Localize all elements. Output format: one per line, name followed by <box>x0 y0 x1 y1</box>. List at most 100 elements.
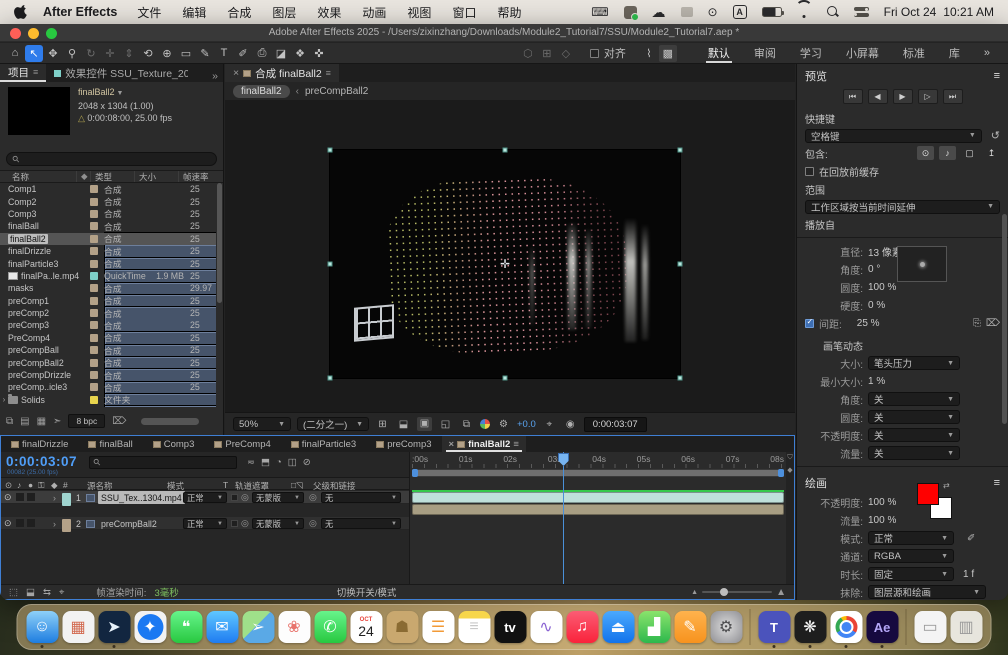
choose-grid-guides-icon[interactable]: ⊞ <box>375 419 390 430</box>
right-panel-scrollbar[interactable] <box>1002 214 1007 424</box>
selection-handle[interactable] <box>678 262 683 267</box>
trim-icon[interactable]: ⌖ <box>59 587 64 598</box>
matte-pickwhip-icon[interactable]: ◎ <box>241 517 249 530</box>
project-item-row[interactable]: finalParticle3 合成 25 <box>0 257 216 269</box>
tool-button[interactable]: ↻ <box>82 45 100 62</box>
dock-app-icon[interactable]: ☗ <box>386 611 418 643</box>
tool-button[interactable]: ⊕ <box>158 45 176 62</box>
spotlight-search-icon[interactable] <box>827 4 839 20</box>
brush-preview[interactable] <box>897 246 947 282</box>
timeline-tab[interactable]: finalDrizzle <box>1 436 78 452</box>
project-item-row[interactable]: preComp..icle3 合成 25 <box>0 381 216 393</box>
menubar-app-name[interactable]: After Effects <box>43 5 117 19</box>
spacing-checkbox[interactable] <box>805 319 814 328</box>
reset-icon[interactable]: ↺ <box>991 129 1000 142</box>
layer-expander[interactable]: › <box>53 517 56 530</box>
duplicate-brush-icon[interactable]: ⎘ <box>973 318 981 329</box>
next-frame-button[interactable]: ▷ <box>918 89 938 104</box>
layer-t-cell[interactable] <box>231 494 238 501</box>
project-item-row[interactable]: preCompBall2 合成 25 <box>0 356 216 368</box>
timeline-column-headers[interactable]: ⊙ ♪ ● ⚿ ◆ # 源名称 模式 T 轨道遮罩 □◹ 父级和链接 <box>1 477 409 490</box>
breadcrumb-parent[interactable]: preCompBall2 <box>305 86 368 97</box>
workspace-tab[interactable]: 审阅 <box>742 43 788 64</box>
tool-button[interactable]: ▭ <box>177 45 195 62</box>
dock-app-icon[interactable]: ➤ <box>98 611 130 643</box>
range-select[interactable]: 工作区域按当前时间延伸▼ <box>805 200 1000 214</box>
battery-icon[interactable] <box>762 4 782 20</box>
dock-app-icon[interactable]: ➢ <box>242 611 274 643</box>
layer-duration-bar[interactable] <box>412 504 784 515</box>
local-axis-mode-icon[interactable]: ⬡ <box>519 45 537 62</box>
control-center-icon[interactable] <box>854 4 869 20</box>
tool-button[interactable]: ✐ <box>234 45 252 62</box>
world-axis-mode-icon[interactable]: ⊞ <box>538 45 556 62</box>
selection-handle[interactable] <box>328 262 333 267</box>
align-checkbox[interactable] <box>590 49 599 58</box>
delete-brush-icon[interactable]: ⌦ <box>986 318 1000 329</box>
project-hscrollbar[interactable] <box>141 418 199 425</box>
tool-button[interactable]: ✎ <box>196 45 214 62</box>
dock-app-icon[interactable]: OCT24 <box>350 611 382 643</box>
dock-item[interactable]: ⚙ <box>710 611 743 643</box>
dock-item[interactable]: ☺ <box>26 611 59 643</box>
dock-item[interactable]: ∿ <box>530 611 563 643</box>
tab-composition[interactable]: × 合成 finalBall2 ≡ <box>225 64 339 82</box>
dock-app-icon[interactable]: ✉ <box>206 611 238 643</box>
project-item-row[interactable]: preCompBall 合成 25 <box>0 344 216 356</box>
dock-item[interactable]: Ae <box>866 611 899 643</box>
eyedropper-icon[interactable]: ✐ <box>967 533 975 544</box>
work-area-start-handle[interactable] <box>412 469 418 477</box>
toggle-switches-hint[interactable]: 切换开关/模式 <box>337 585 397 599</box>
paint-channel-select[interactable]: RGBA▼ <box>868 549 954 563</box>
work-area-end-handle[interactable] <box>778 469 784 477</box>
dock-item[interactable]: T <box>758 611 791 643</box>
dock-app-icon[interactable]: ▭ <box>914 611 946 643</box>
dock-item[interactable]: ⏏ <box>602 611 635 643</box>
timeline-tab[interactable]: finalBall <box>78 436 142 452</box>
output-icon[interactable]: ↥ <box>983 146 1000 160</box>
project-item-row[interactable]: preComp2 合成 25 <box>0 307 216 319</box>
dock-app-icon[interactable]: ❋ <box>794 611 826 643</box>
play-button[interactable]: ▶ <box>893 89 913 104</box>
exposure-value[interactable]: +0.0 <box>517 419 536 430</box>
menubar-menu-item[interactable]: 窗口 <box>452 4 476 21</box>
workspace-tab[interactable]: 库 <box>937 43 972 64</box>
dock-item[interactable]: ▭ <box>914 611 947 643</box>
first-frame-button[interactable]: ⏮ <box>843 89 863 104</box>
dock-app-icon[interactable]: ✆ <box>314 611 346 643</box>
new-folder-icon[interactable]: ▤ <box>20 416 29 427</box>
dock-app-icon[interactable]: ▟ <box>638 611 670 643</box>
foreground-color-swatch[interactable] <box>917 483 939 505</box>
composition-marker-icon[interactable]: ⛉ <box>787 454 792 462</box>
tab-project[interactable]: 项目≡ <box>0 64 46 82</box>
dock-item[interactable]: ▥ <box>950 611 983 643</box>
paint-opacity-value[interactable]: 100 % <box>868 497 896 508</box>
show-snapshot-icon[interactable]: ◉ <box>563 419 578 430</box>
tool-button[interactable]: T <box>215 45 233 62</box>
layer-source-name[interactable]: preCompBall2 <box>98 517 160 530</box>
layer-visibility-icon[interactable]: ⊙ <box>4 517 11 530</box>
tool-button[interactable]: ⌂ <box>6 45 24 62</box>
dock-app-icon[interactable]: tv <box>494 611 526 643</box>
project-item-row[interactable]: finalBall 合成 25 <box>0 220 216 232</box>
workspace-overflow[interactable]: » <box>972 43 1002 64</box>
dock-app-icon[interactable]: ⏏ <box>602 611 634 643</box>
layer-audio-cell[interactable] <box>16 519 24 527</box>
work-area-bar[interactable] <box>412 469 784 477</box>
color-settings-icon[interactable]: ▦ <box>37 416 46 427</box>
screen-mirroring-icon[interactable] <box>681 4 693 20</box>
swap-colors-icon[interactable]: ⇄ <box>943 481 950 490</box>
project-item-row[interactable]: finalDrizzle 合成 25 <box>0 245 216 257</box>
project-item-row[interactable]: Comp2 合成 25 <box>0 195 216 207</box>
panel-menu-icon[interactable]: ≡ <box>33 67 38 77</box>
tool-button[interactable]: ⎙ <box>253 45 271 62</box>
input-source-icon[interactable]: A <box>733 4 747 20</box>
tool-button[interactable]: ◪ <box>272 45 290 62</box>
tool-button[interactable]: ❖ <box>291 45 309 62</box>
include-video-eye-icon[interactable]: ⊙ <box>917 146 934 160</box>
dock-app-icon[interactable]: T <box>758 611 790 643</box>
tool-button[interactable]: ✥ <box>44 45 62 62</box>
paint-mode-select[interactable]: 正常▼ <box>868 531 954 545</box>
dock-item[interactable]: ✉ <box>206 611 239 643</box>
minimize-window-button[interactable] <box>28 28 39 39</box>
